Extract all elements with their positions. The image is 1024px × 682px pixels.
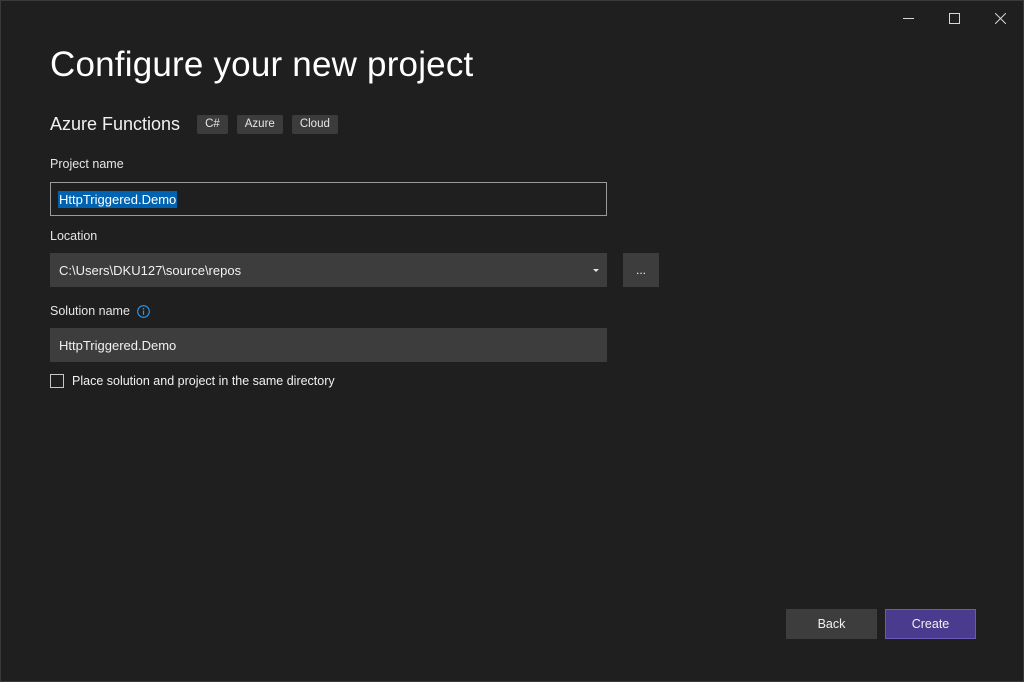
tag-azure: Azure bbox=[236, 115, 283, 134]
info-icon[interactable] bbox=[137, 304, 150, 318]
location-combobox[interactable]: C:\Users\DKU127\source\repos bbox=[50, 253, 607, 287]
tag-cloud: Cloud bbox=[291, 115, 338, 134]
project-name-input[interactable]: HttpTriggered.Demo bbox=[50, 182, 607, 216]
same-directory-label: Place solution and project in the same d… bbox=[72, 374, 335, 388]
same-directory-checkbox[interactable] bbox=[50, 374, 64, 388]
maximize-icon bbox=[948, 12, 960, 24]
template-summary: Azure Functions C# Azure Cloud bbox=[50, 114, 347, 135]
minimize-icon bbox=[902, 17, 914, 19]
dialog-window: Configure your new project Azure Functio… bbox=[0, 0, 1024, 682]
back-button[interactable]: Back bbox=[786, 609, 877, 639]
close-icon bbox=[994, 12, 1006, 24]
solution-name-value: HttpTriggered.Demo bbox=[59, 337, 177, 353]
close-button[interactable] bbox=[977, 1, 1023, 35]
solution-name-label-row: Solution name bbox=[50, 304, 150, 318]
project-name-value: HttpTriggered.Demo bbox=[58, 190, 178, 208]
project-name-label: Project name bbox=[50, 157, 124, 171]
page-title: Configure your new project bbox=[50, 45, 474, 84]
maximize-button[interactable] bbox=[931, 1, 977, 35]
window-controls bbox=[885, 1, 1023, 35]
same-directory-row[interactable]: Place solution and project in the same d… bbox=[50, 374, 335, 388]
browse-button[interactable]: ... bbox=[623, 253, 659, 287]
create-button[interactable]: Create bbox=[885, 609, 976, 639]
solution-name-input[interactable]: HttpTriggered.Demo bbox=[50, 328, 607, 362]
location-label: Location bbox=[50, 229, 98, 243]
template-name: Azure Functions bbox=[50, 114, 181, 134]
minimize-button[interactable] bbox=[885, 1, 931, 35]
tag-csharp: C# bbox=[197, 115, 228, 134]
solution-name-label: Solution name bbox=[50, 304, 130, 318]
dropdown-arrow-icon[interactable] bbox=[593, 268, 599, 272]
location-value: C:\Users\DKU127\source\repos bbox=[59, 262, 242, 278]
